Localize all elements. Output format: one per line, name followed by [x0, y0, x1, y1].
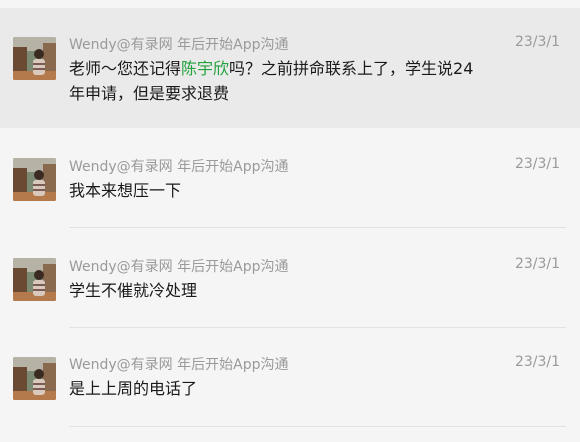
message-text: 是上上周的电话了: [69, 379, 198, 398]
message-date: 23/3/1: [514, 256, 560, 272]
avatar[interactable]: [13, 158, 56, 201]
sender-name: Wendy@有录网 年后开始App沟通: [69, 259, 289, 275]
avatar[interactable]: [13, 258, 56, 301]
message-list: Wendy@有录网 年后开始App沟通 23/3/1 老师～您还记得陈宇欣吗？之…: [0, 0, 580, 442]
avatar-photo-icon: [13, 258, 56, 301]
message-text: 学生不催就冷处理: [69, 281, 198, 300]
avatar-photo-icon: [13, 158, 56, 201]
avatar[interactable]: [13, 37, 56, 80]
avatar[interactable]: [13, 357, 56, 400]
sender-name: Wendy@有录网 年后开始App沟通: [69, 37, 289, 53]
message-item[interactable]: Wendy@有录网 年后开始App沟通 23/3/1 是上上周的电话了: [0, 328, 580, 428]
sender-name: Wendy@有录网 年后开始App沟通: [69, 357, 289, 373]
message-date: 23/3/1: [514, 156, 560, 172]
message-date: 23/3/1: [514, 354, 560, 370]
message-text: 老师～您还记得陈宇欣吗？之前拼命联系上了，学生说24年申请，但是要求退费: [69, 56, 479, 106]
message-text: 我本来想压一下: [69, 181, 182, 200]
avatar-photo-icon: [13, 37, 56, 80]
divider: [69, 426, 566, 427]
message-date: 23/3/1: [514, 34, 560, 50]
sender-name: Wendy@有录网 年后开始App沟通: [69, 159, 289, 175]
avatar-photo-icon: [13, 357, 56, 400]
message-item[interactable]: Wendy@有录网 年后开始App沟通 23/3/1 老师～您还记得陈宇欣吗？之…: [0, 8, 580, 128]
message-text-part: 老师～您还记得: [69, 59, 182, 78]
highlighted-name: 陈宇欣: [181, 59, 230, 78]
message-item[interactable]: Wendy@有录网 年后开始App沟通 23/3/1 我本来想压一下: [0, 128, 580, 228]
message-item[interactable]: Wendy@有录网 年后开始App沟通 23/3/1 学生不催就冷处理: [0, 228, 580, 328]
